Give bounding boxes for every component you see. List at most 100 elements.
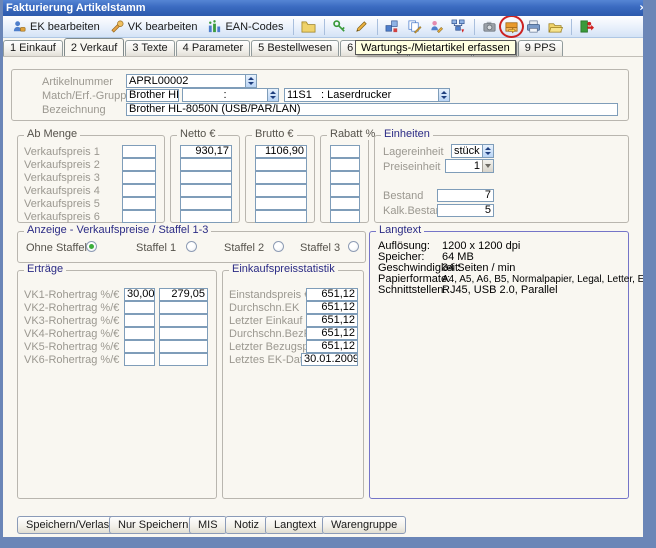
vk2-prozent-field[interactable] bbox=[124, 301, 155, 314]
netto-2-field[interactable] bbox=[180, 158, 232, 171]
vk3-euro-field[interactable] bbox=[159, 314, 208, 327]
rabatt-5-field[interactable] bbox=[330, 197, 360, 210]
vk5-euro-field[interactable] bbox=[159, 340, 208, 353]
exit-button[interactable] bbox=[577, 17, 597, 37]
person-edit-button[interactable] bbox=[427, 17, 447, 37]
mis-button[interactable]: MIS bbox=[189, 516, 227, 534]
vk1-euro-field[interactable]: 279,05 bbox=[159, 288, 208, 301]
ab-menge-6-field[interactable] bbox=[122, 210, 156, 223]
ohne-staffel-radio[interactable] bbox=[86, 241, 97, 252]
cubes-button[interactable] bbox=[383, 17, 403, 37]
staffel-2-radio[interactable] bbox=[273, 241, 284, 252]
artikelnummer-spinner[interactable] bbox=[245, 75, 256, 87]
ek-bearbeiten-button[interactable]: EK bearbeiten bbox=[8, 17, 104, 37]
staffel-3-radio[interactable] bbox=[348, 241, 359, 252]
langtext-title: Langtext bbox=[376, 224, 424, 236]
folder-button[interactable] bbox=[299, 17, 319, 37]
brutto-2-field[interactable] bbox=[255, 158, 307, 171]
pencil-button[interactable] bbox=[352, 17, 372, 37]
ean-codes-button[interactable]: EAN-Codes bbox=[203, 17, 287, 37]
maintenance-article-button[interactable] bbox=[502, 17, 522, 37]
tab-verkauf[interactable]: 2 Verkauf bbox=[64, 38, 124, 56]
rabatt-4-field[interactable] bbox=[330, 184, 360, 197]
ek-statistik-title: Einkaufspreisstatistik bbox=[229, 263, 338, 275]
ab-menge-4-field[interactable] bbox=[122, 184, 156, 197]
letzter-bezugspr-field[interactable]: 651,12 bbox=[306, 340, 358, 353]
rabatt-1-field[interactable] bbox=[330, 145, 360, 158]
artikelnummer-value: APRL00002 bbox=[127, 75, 245, 87]
warengruppe-button[interactable]: Warengruppe bbox=[322, 516, 406, 534]
notiz-button[interactable]: Notiz bbox=[225, 516, 268, 534]
flowchart-button[interactable] bbox=[449, 17, 469, 37]
camera-button[interactable] bbox=[480, 17, 500, 37]
vk2-euro-field[interactable] bbox=[159, 301, 208, 314]
tab-parameter[interactable]: 4 Parameter bbox=[176, 40, 251, 56]
match-field[interactable]: Brother HL bbox=[126, 89, 179, 102]
lagereinheit-spinner[interactable] bbox=[482, 145, 493, 157]
open-folder-button[interactable] bbox=[546, 17, 566, 37]
verkaufspreis-4-label: Verkaufspreis 4 bbox=[24, 185, 100, 197]
ab-menge-5-field[interactable] bbox=[122, 197, 156, 210]
key-button[interactable] bbox=[330, 17, 350, 37]
print-button[interactable] bbox=[524, 17, 544, 37]
ab-menge-3-field[interactable] bbox=[122, 171, 156, 184]
ab-menge-1-field[interactable] bbox=[122, 145, 156, 158]
brutto-3-field[interactable] bbox=[255, 171, 307, 184]
netto-4-field[interactable] bbox=[180, 184, 232, 197]
staffel-1-radio[interactable] bbox=[186, 241, 197, 252]
tab-texte[interactable]: 3 Texte bbox=[125, 40, 174, 56]
copy-edit-button[interactable] bbox=[405, 17, 425, 37]
verkaufspreis-6-label: Verkaufspreis 6 bbox=[24, 211, 100, 223]
vk1-prozent-field[interactable]: 30,00 bbox=[124, 288, 155, 301]
nur-speichern-button[interactable]: Nur Speichern bbox=[109, 516, 197, 534]
einheiten-box: Einheiten Lagereinheit stück Preiseinhei… bbox=[374, 135, 629, 223]
bestand-field[interactable]: 7 bbox=[437, 189, 494, 202]
einstandspreis-label: Einstandspreis € bbox=[229, 289, 310, 301]
warengruppe-spinner[interactable] bbox=[438, 89, 449, 101]
vk4-euro-field[interactable] bbox=[159, 327, 208, 340]
exit-icon bbox=[579, 19, 594, 34]
artikelnummer-combo[interactable]: APRL00002 bbox=[126, 74, 257, 88]
vk3-prozent-field[interactable] bbox=[124, 314, 155, 327]
durchschn-bezpr-label: Durchschn.BezPr. bbox=[229, 328, 317, 340]
close-button[interactable]: × bbox=[635, 3, 650, 14]
preiseinheit-combo[interactable]: 1 bbox=[445, 159, 494, 173]
letztes-ek-datum-field[interactable]: 30.01.2009 /Fr bbox=[301, 353, 358, 366]
durchschn-ek-field[interactable]: 651,12 bbox=[306, 301, 358, 314]
langtext-button[interactable]: Langtext bbox=[265, 516, 325, 534]
letzter-einkauf-field[interactable]: 651,12 bbox=[306, 314, 358, 327]
vk6-prozent-field[interactable] bbox=[124, 353, 155, 366]
netto-3-field[interactable] bbox=[180, 171, 232, 184]
app-window: Fakturierung Artikelstamm × EK bearbeite… bbox=[0, 0, 656, 548]
vk4-prozent-field[interactable] bbox=[124, 327, 155, 340]
netto-5-field[interactable] bbox=[180, 197, 232, 210]
brutto-1-field[interactable]: 1106,90 bbox=[255, 145, 307, 158]
brutto-6-field[interactable] bbox=[255, 210, 307, 223]
vk4-rohertrag-label: VK4-Rohertrag %/€ bbox=[24, 328, 119, 340]
rabatt-6-field[interactable] bbox=[330, 210, 360, 223]
tab-bestellwesen[interactable]: 5 Bestellwesen bbox=[251, 40, 339, 56]
langtext-box: Langtext Auflösung:1200 x 1200 dpi Speic… bbox=[369, 231, 629, 499]
warengruppe-combo[interactable]: 11S1 : Laserdrucker bbox=[284, 88, 450, 102]
tab-einkauf[interactable]: 1 Einkauf bbox=[3, 40, 63, 56]
ab-menge-2-field[interactable] bbox=[122, 158, 156, 171]
rabatt-2-field[interactable] bbox=[330, 158, 360, 171]
netto-6-field[interactable] bbox=[180, 210, 232, 223]
erf-gruppe-spinner[interactable] bbox=[267, 89, 278, 101]
durchschn-bezpr-field[interactable]: 651,12 bbox=[306, 327, 358, 340]
einstandspreis-field[interactable]: 651,12 bbox=[306, 288, 358, 301]
brutto-5-field[interactable] bbox=[255, 197, 307, 210]
vk5-prozent-field[interactable] bbox=[124, 340, 155, 353]
rabatt-3-field[interactable] bbox=[330, 171, 360, 184]
brutto-4-field[interactable] bbox=[255, 184, 307, 197]
vk-bearbeiten-button[interactable]: VK bearbeiten bbox=[106, 17, 202, 37]
preiseinheit-dropdown[interactable] bbox=[482, 160, 493, 172]
erf-gruppe-combo[interactable]: : bbox=[182, 88, 279, 102]
kalk-bestand-field[interactable]: 5 bbox=[437, 204, 494, 217]
netto-1-field[interactable]: 930,17 bbox=[180, 145, 232, 158]
tab-pps[interactable]: 9 PPS bbox=[518, 40, 563, 56]
vk6-euro-field[interactable] bbox=[159, 353, 208, 366]
lagereinheit-combo[interactable]: stück bbox=[451, 144, 494, 158]
verkaufspreis-2-label: Verkaufspreis 2 bbox=[24, 159, 100, 171]
bezeichnung-field[interactable]: Brother HL-8050N (USB/PAR/LAN) bbox=[126, 103, 618, 116]
